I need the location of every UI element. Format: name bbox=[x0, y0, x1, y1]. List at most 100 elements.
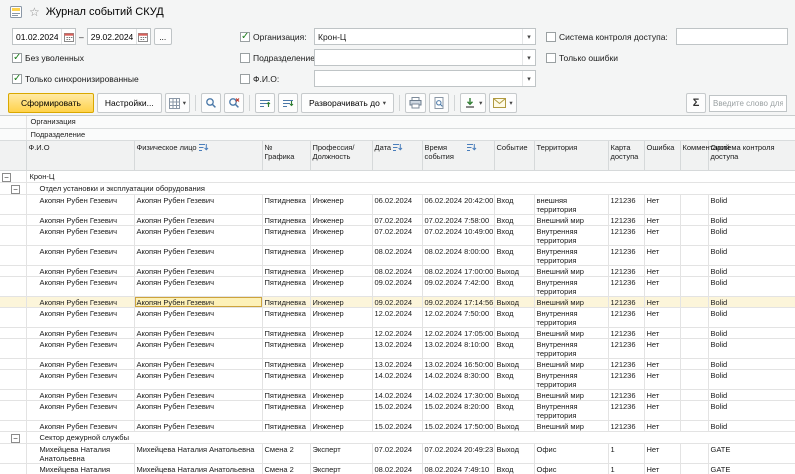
only-errors-checkbox[interactable] bbox=[546, 53, 556, 63]
cell-person[interactable]: Акопян Рубен Гезевич bbox=[134, 276, 262, 296]
cell-comment[interactable] bbox=[680, 194, 708, 214]
only-synced-label[interactable]: Только синхронизированные bbox=[25, 74, 139, 84]
table-row[interactable]: Акопян Рубен ГезевичАкопян Рубен Гезевич… bbox=[0, 369, 795, 389]
cell-schedule[interactable]: Пятидневка bbox=[262, 307, 310, 327]
cell-error[interactable]: Нет bbox=[644, 194, 680, 214]
cell-comment[interactable] bbox=[680, 276, 708, 296]
cell-date[interactable]: 13.02.2024 bbox=[372, 358, 422, 369]
cell-profession[interactable]: Инженер bbox=[310, 276, 372, 296]
cell-time[interactable]: 15.02.2024 8:20:00 bbox=[422, 400, 494, 420]
table-row[interactable]: Акопян Рубен ГезевичАкопян Рубен Гезевич… bbox=[0, 265, 795, 276]
cell-territory[interactable]: внешняя территория bbox=[534, 194, 608, 214]
cell-fio[interactable]: Акопян Рубен Гезевич bbox=[26, 420, 134, 431]
group-row-department[interactable]: −Сектор дежурной службы bbox=[0, 431, 795, 443]
cell-time[interactable]: 07.02.2024 20:49:23 bbox=[422, 443, 494, 463]
cell-error[interactable]: Нет bbox=[644, 214, 680, 225]
cell-person[interactable]: Михейцева Наталия Анатольевна bbox=[134, 463, 262, 474]
print-preview-button[interactable] bbox=[429, 93, 449, 113]
cell-event[interactable]: Выход bbox=[494, 358, 534, 369]
cancel-search-button[interactable] bbox=[224, 93, 244, 113]
group-row-department[interactable]: −Отдел установки и эксплуатации оборудов… bbox=[0, 182, 795, 194]
cell-fio[interactable]: Акопян Рубен Гезевич bbox=[26, 358, 134, 369]
column-header-schedule[interactable]: № Графика bbox=[262, 140, 310, 170]
cell-error[interactable]: Нет bbox=[644, 265, 680, 276]
cell-territory[interactable]: Внешний мир bbox=[534, 214, 608, 225]
cell-schedule[interactable]: Пятидневка bbox=[262, 265, 310, 276]
cell-fio[interactable]: Акопян Рубен Гезевич bbox=[26, 265, 134, 276]
department-label[interactable]: Подразделение: bbox=[253, 53, 317, 63]
cell-event[interactable]: Вход bbox=[494, 338, 534, 358]
cell-event[interactable]: Вход bbox=[494, 307, 534, 327]
column-header-comment[interactable]: Комментарий bbox=[680, 140, 708, 170]
column-header-fio[interactable]: Ф.И.О bbox=[26, 140, 134, 170]
cell-event[interactable]: Вход bbox=[494, 225, 534, 245]
cell-card[interactable]: 121236 bbox=[608, 296, 644, 307]
date-to-field[interactable] bbox=[87, 28, 151, 45]
cell-comment[interactable] bbox=[680, 463, 708, 474]
column-header-error[interactable]: Ошибка bbox=[644, 140, 680, 170]
cell-time[interactable]: 06.02.2024 20:42:00 bbox=[422, 194, 494, 214]
cell-card[interactable]: 121236 bbox=[608, 265, 644, 276]
cell-comment[interactable] bbox=[680, 338, 708, 358]
cell-system[interactable]: Bolid bbox=[708, 369, 795, 389]
cell-profession[interactable]: Инженер bbox=[310, 358, 372, 369]
cell-card[interactable]: 121236 bbox=[608, 214, 644, 225]
cell-comment[interactable] bbox=[680, 443, 708, 463]
cell-time[interactable]: 14.02.2024 8:30:00 bbox=[422, 369, 494, 389]
cell-schedule[interactable]: Пятидневка bbox=[262, 369, 310, 389]
cell-territory[interactable]: Офис bbox=[534, 443, 608, 463]
collapse-toggle-icon[interactable]: − bbox=[2, 173, 11, 182]
cell-schedule[interactable]: Пятидневка bbox=[262, 327, 310, 338]
cell-territory[interactable]: Внешний мир bbox=[534, 327, 608, 338]
cell-person[interactable]: Акопян Рубен Гезевич bbox=[134, 400, 262, 420]
date-from-field[interactable] bbox=[12, 28, 76, 45]
cell-date[interactable]: 15.02.2024 bbox=[372, 400, 422, 420]
cell-person[interactable]: Акопян Рубен Гезевич bbox=[134, 389, 262, 400]
column-header-card[interactable]: Карта доступа bbox=[608, 140, 644, 170]
cell-fio[interactable]: Акопян Рубен Гезевич bbox=[26, 400, 134, 420]
cell-profession[interactable]: Инженер bbox=[310, 307, 372, 327]
column-header-person[interactable]: Физическое лицо bbox=[134, 140, 262, 170]
table-row[interactable]: Акопян Рубен ГезевичАкопян Рубен Гезевич… bbox=[0, 276, 795, 296]
cell-comment[interactable] bbox=[680, 307, 708, 327]
cell-date[interactable]: 12.02.2024 bbox=[372, 327, 422, 338]
cell-schedule[interactable]: Пятидневка bbox=[262, 420, 310, 431]
cell-fio[interactable]: Акопян Рубен Гезевич bbox=[26, 296, 134, 307]
send-mail-button[interactable]: ▾ bbox=[489, 93, 516, 113]
collapse-toggle-icon[interactable]: − bbox=[11, 434, 20, 443]
cell-card[interactable]: 121236 bbox=[608, 338, 644, 358]
cell-profession[interactable]: Инженер bbox=[310, 327, 372, 338]
cell-profession[interactable]: Инженер bbox=[310, 296, 372, 307]
cell-date[interactable]: 12.02.2024 bbox=[372, 307, 422, 327]
cell-comment[interactable] bbox=[680, 265, 708, 276]
cell-time[interactable]: 07.02.2024 7:58:00 bbox=[422, 214, 494, 225]
cell-card[interactable]: 121236 bbox=[608, 225, 644, 245]
cell-person[interactable]: Акопян Рубен Гезевич bbox=[134, 265, 262, 276]
table-row[interactable]: Акопян Рубен ГезевичАкопян Рубен Гезевич… bbox=[0, 296, 795, 307]
cell-system[interactable]: Bolid bbox=[708, 420, 795, 431]
cell-person[interactable]: Акопян Рубен Гезевич bbox=[134, 245, 262, 265]
report-variants-button[interactable]: ▾ bbox=[165, 93, 190, 113]
cell-fio[interactable]: Акопян Рубен Гезевич bbox=[26, 389, 134, 400]
cell-error[interactable]: Нет bbox=[644, 369, 680, 389]
group-row-organization[interactable]: −Крон-Ц bbox=[0, 170, 795, 182]
organization-label[interactable]: Организация: bbox=[253, 32, 307, 42]
column-header-time[interactable]: Время события bbox=[422, 140, 494, 170]
cell-error[interactable]: Нет bbox=[644, 400, 680, 420]
cell-fio[interactable]: Акопян Рубен Гезевич bbox=[26, 338, 134, 358]
cell-schedule[interactable]: Пятидневка bbox=[262, 245, 310, 265]
column-header-event[interactable]: Событие bbox=[494, 140, 534, 170]
table-row[interactable]: Михейцева Наталия АнатольевнаМихейцева Н… bbox=[0, 443, 795, 463]
cell-card[interactable]: 121236 bbox=[608, 276, 644, 296]
cell-territory[interactable]: Внешний мир bbox=[534, 265, 608, 276]
cell-fio[interactable]: Акопян Рубен Гезевич bbox=[26, 225, 134, 245]
cell-system[interactable]: GATE bbox=[708, 443, 795, 463]
cell-event[interactable]: Вход bbox=[494, 400, 534, 420]
collapse-toggle-icon[interactable]: − bbox=[11, 185, 20, 194]
cell-card[interactable]: 121236 bbox=[608, 194, 644, 214]
cell-territory[interactable]: Внутренняя территория bbox=[534, 276, 608, 296]
cell-profession[interactable]: Эксперт bbox=[310, 443, 372, 463]
cell-schedule[interactable]: Пятидневка bbox=[262, 214, 310, 225]
cell-schedule[interactable]: Пятидневка bbox=[262, 276, 310, 296]
acs-label[interactable]: Система контроля доступа: bbox=[559, 32, 668, 42]
